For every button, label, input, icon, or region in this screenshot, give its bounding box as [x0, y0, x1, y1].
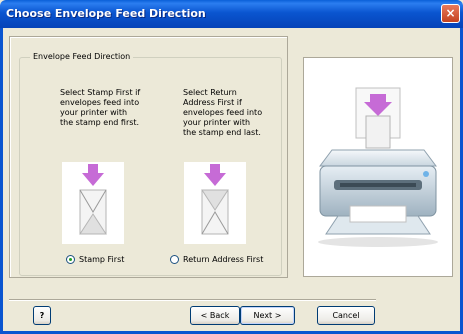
- cancel-button[interactable]: Cancel: [317, 306, 375, 325]
- return-address-first-radio-button[interactable]: [170, 255, 179, 264]
- close-button[interactable]: ×: [441, 4, 460, 23]
- title-bar: Choose Envelope Feed Direction ×: [0, 0, 463, 28]
- printer-preview: [303, 57, 453, 277]
- group-title: Envelope Feed Direction: [30, 52, 134, 61]
- envelope-icon: [201, 189, 229, 235]
- stamp-first-radio-button[interactable]: [66, 255, 75, 264]
- printer-icon: [318, 87, 438, 247]
- return-address-first-illustration[interactable]: [184, 162, 246, 244]
- down-arrow-icon: [204, 164, 226, 186]
- help-icon: ?: [39, 311, 45, 320]
- back-button[interactable]: < Back: [190, 306, 240, 325]
- envelope-icon: [79, 189, 107, 235]
- return-address-first-radio[interactable]: Return Address First: [170, 255, 263, 264]
- stamp-first-label: Stamp First: [79, 255, 125, 264]
- close-icon: ×: [445, 6, 456, 20]
- down-arrow-icon: [82, 164, 104, 186]
- window-title: Choose Envelope Feed Direction: [6, 7, 206, 20]
- footer-separator: [9, 299, 376, 301]
- stamp-first-radio[interactable]: Stamp First: [66, 255, 124, 264]
- stamp-first-illustration[interactable]: [62, 162, 124, 244]
- stamp-first-description: Select Stamp First if envelopes feed int…: [60, 88, 141, 127]
- next-button[interactable]: Next >: [240, 306, 295, 325]
- help-button[interactable]: ?: [33, 306, 51, 325]
- return-address-first-label: Return Address First: [183, 255, 264, 264]
- return-address-first-description: Select Return Address First if envelopes…: [183, 88, 263, 137]
